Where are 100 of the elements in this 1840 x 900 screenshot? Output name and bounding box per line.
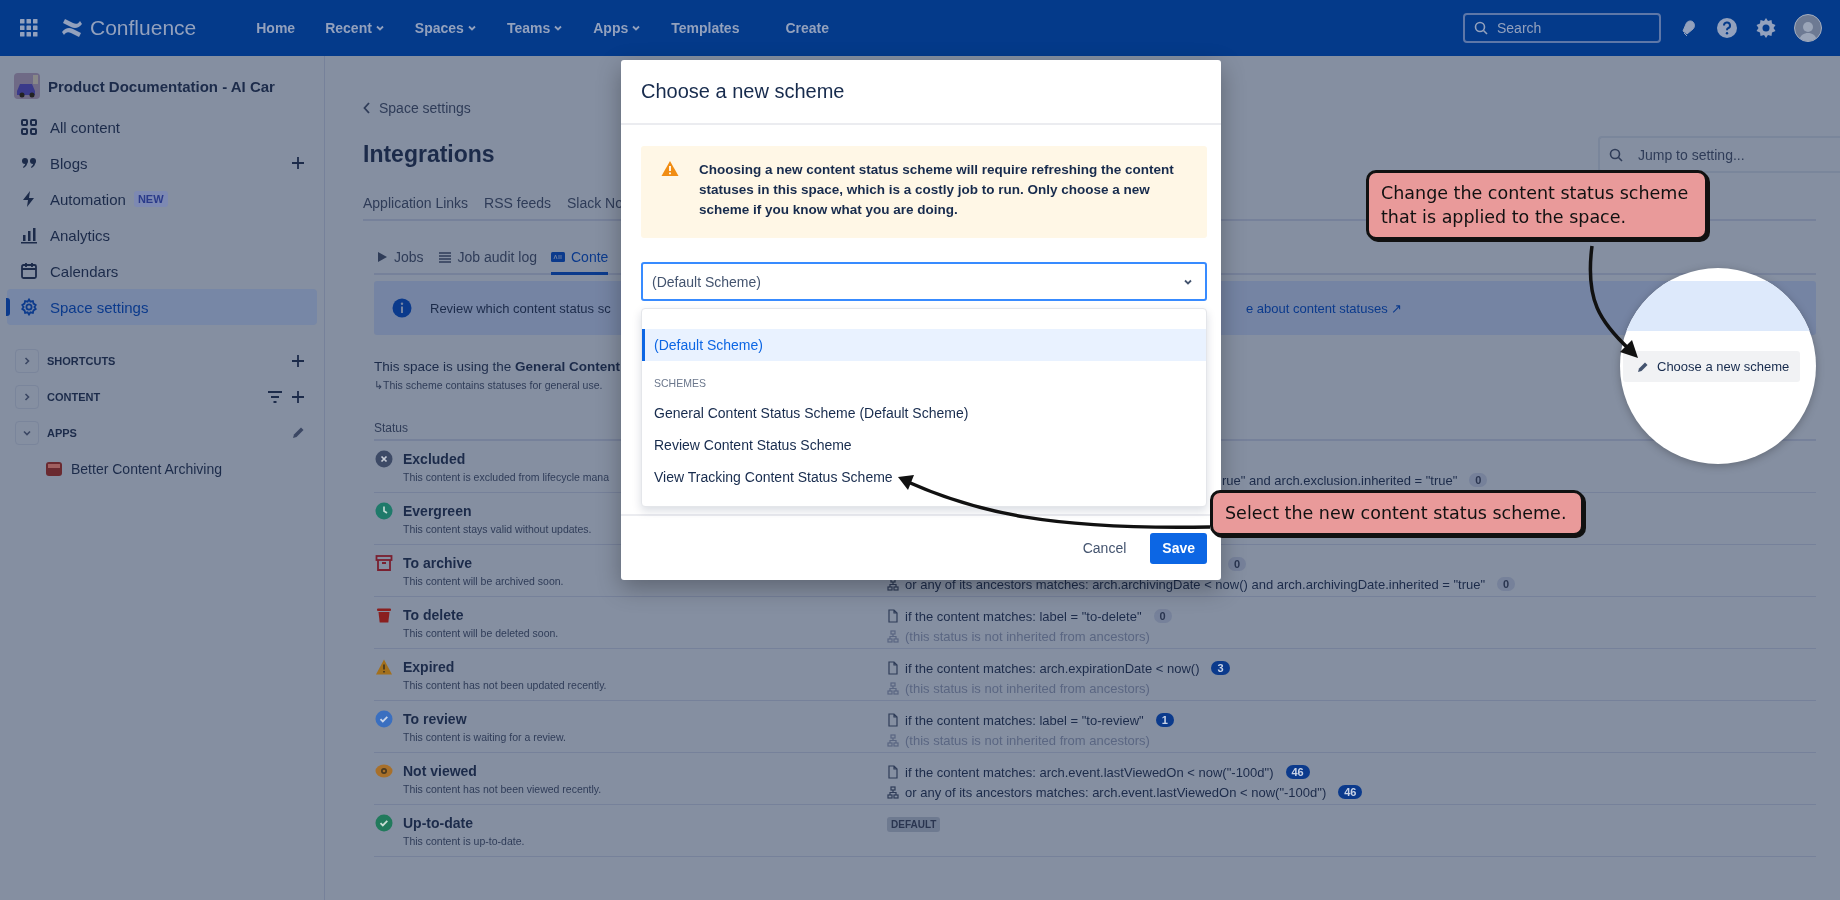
document-icon — [887, 609, 899, 623]
learn-more-link[interactable]: e about content statuses ↗ — [1246, 300, 1403, 316]
status-description: This content has not been updated recently. — [403, 678, 607, 693]
status-description: This content is up-to-date. — [403, 834, 525, 849]
chevron-left-icon — [363, 102, 371, 114]
chevron-down-icon — [22, 428, 32, 438]
condition-text: rue" and arch.exclusion.inherited = "true" — [1222, 472, 1458, 488]
app-switcher-icon — [20, 19, 38, 37]
menu-option[interactable]: (Default Scheme) — [642, 329, 1206, 361]
pencil-icon — [1637, 360, 1649, 373]
play-icon — [376, 250, 388, 263]
pencil-icon — [291, 426, 305, 440]
page-title: Integrations — [363, 141, 495, 168]
settings-search-field[interactable]: Jump to setting... — [1598, 136, 1840, 173]
count-badge: 46 — [1285, 765, 1310, 779]
menu-option[interactable]: Review Content Status Scheme — [642, 429, 1206, 461]
plus-icon — [291, 390, 305, 404]
banner-text: Review which content status sc — [430, 300, 611, 316]
menu-option[interactable]: View Tracking Content Status Scheme — [642, 461, 1206, 493]
document-icon — [887, 765, 899, 779]
save-button[interactable]: Save — [1150, 532, 1207, 564]
condition-text: or any of its ancestors matches: arch.event.lastViewedOn < now("-100d") — [905, 784, 1327, 800]
scheme-select[interactable]: (Default Scheme) — [641, 262, 1207, 301]
logo-icon — [60, 17, 84, 39]
nav-menu-item[interactable]: Teams — [502, 14, 568, 42]
section-heading: APPS — [47, 427, 78, 439]
search-icon — [1609, 147, 1623, 162]
count-badge: 0 — [1228, 557, 1247, 571]
count-badge: 3 — [1211, 661, 1230, 675]
status-description: This content is excluded from lifecycle mana — [403, 470, 609, 485]
chevron-down-icon — [553, 23, 564, 33]
tab[interactable]: Jobs — [376, 241, 424, 275]
status-name: To archive — [403, 554, 473, 572]
nav-menu-item[interactable]: Templates — [667, 14, 744, 42]
status-name: To review — [403, 710, 468, 728]
app-link[interactable]: Better Content Archiving — [7, 451, 317, 487]
settings-icon[interactable] — [1755, 17, 1777, 39]
search-field[interactable]: Search — [1463, 13, 1661, 43]
grid-icon — [20, 118, 38, 136]
plus-icon — [291, 156, 305, 170]
tab[interactable]: RSS feeds — [484, 187, 551, 221]
status-name: Expired — [403, 658, 456, 676]
user-avatar[interactable] — [1794, 14, 1822, 42]
hierarchy-icon — [887, 733, 899, 747]
status-name: Not viewed — [403, 762, 478, 780]
default-lozenge: DEFAULT — [887, 816, 941, 832]
back-link[interactable]: Space settings — [363, 98, 471, 118]
scheme-hint: ↳This scheme contains statuses for general use. — [374, 378, 603, 393]
expand-toggle[interactable] — [15, 385, 39, 409]
bar-chart-icon — [20, 226, 38, 244]
sidebar-item[interactable]: Analytics — [7, 217, 317, 253]
condition-text: if the content matches: label = "to-delete" — [905, 608, 1142, 624]
chevron-down-icon — [374, 23, 385, 33]
callout: Select the new content status scheme. — [1210, 490, 1584, 536]
condition-text: if the content matches: arch.expirationDate < now() — [905, 660, 1200, 676]
tab[interactable]: Job audit log — [437, 241, 537, 275]
text-field-icon — [551, 251, 565, 262]
sidebar-item[interactable]: Automation NEW — [7, 181, 317, 217]
expand-toggle[interactable] — [15, 421, 39, 445]
list-icon — [437, 250, 452, 263]
group-label: SCHEMES — [653, 376, 707, 391]
create-button[interactable]: Create — [781, 14, 834, 42]
dialog-title: Choose a new scheme — [641, 80, 845, 103]
nav-menu-item[interactable]: Spaces — [410, 14, 481, 42]
condition-text: if the content matches: arch.event.lastViewedOn < now("-100d") — [905, 764, 1274, 780]
column-header: Status — [374, 421, 409, 435]
sidebar-item[interactable]: Blogs — [7, 145, 317, 181]
space-avatar-icon — [14, 73, 40, 99]
chevron-right-icon — [22, 356, 32, 366]
nav-menu-item[interactable]: Home — [252, 14, 300, 42]
status-name: Up-to-date — [403, 814, 474, 832]
tab[interactable]: Conte — [551, 241, 609, 275]
cancel-button[interactable]: Cancel — [1072, 532, 1137, 564]
sidebar-item[interactable]: All content — [7, 109, 317, 145]
scheme-note: This space is using the General Content — [374, 358, 621, 376]
status-description: This content will be deleted soon. — [403, 626, 559, 641]
app-icon — [45, 460, 63, 478]
warning-text: Choosing a new content status scheme will require refreshing the content statuses in this space, which is a costly job to run. Only choose a new scheme if you know what you are doing. — [699, 161, 1175, 219]
count-badge: 0 — [1153, 609, 1172, 623]
hierarchy-icon — [887, 681, 899, 695]
menu-option[interactable]: General Content Status Scheme (Default Scheme) — [642, 397, 1206, 429]
section-heading: CONTENT — [47, 391, 102, 403]
tab[interactable]: Application Links — [363, 187, 469, 221]
expand-toggle[interactable] — [15, 349, 39, 373]
condition-text: if the content matches: label = "to-review" — [905, 712, 1144, 728]
calendar-icon — [20, 262, 38, 280]
nav-menu-item[interactable]: Recent — [321, 14, 389, 42]
status-description: This content is waiting for a review. — [403, 730, 566, 745]
status-description: This content stays valid without updates. — [403, 522, 592, 537]
count-badge: 0 — [1497, 577, 1516, 591]
sidebar-item[interactable]: Calendars — [7, 253, 317, 289]
status-description: This content has not been viewed recently. — [403, 782, 602, 797]
warning-icon — [661, 160, 679, 177]
sidebar-item[interactable]: Space settings — [7, 289, 317, 325]
status-name: Evergreen — [403, 502, 473, 520]
nav-menu-item[interactable]: Apps — [589, 14, 646, 42]
choose-scheme-button[interactable]: Choose a new scheme — [1623, 351, 1801, 382]
product-name: Confluence — [90, 16, 197, 40]
document-icon — [887, 713, 899, 727]
help-icon[interactable] — [1716, 17, 1738, 39]
